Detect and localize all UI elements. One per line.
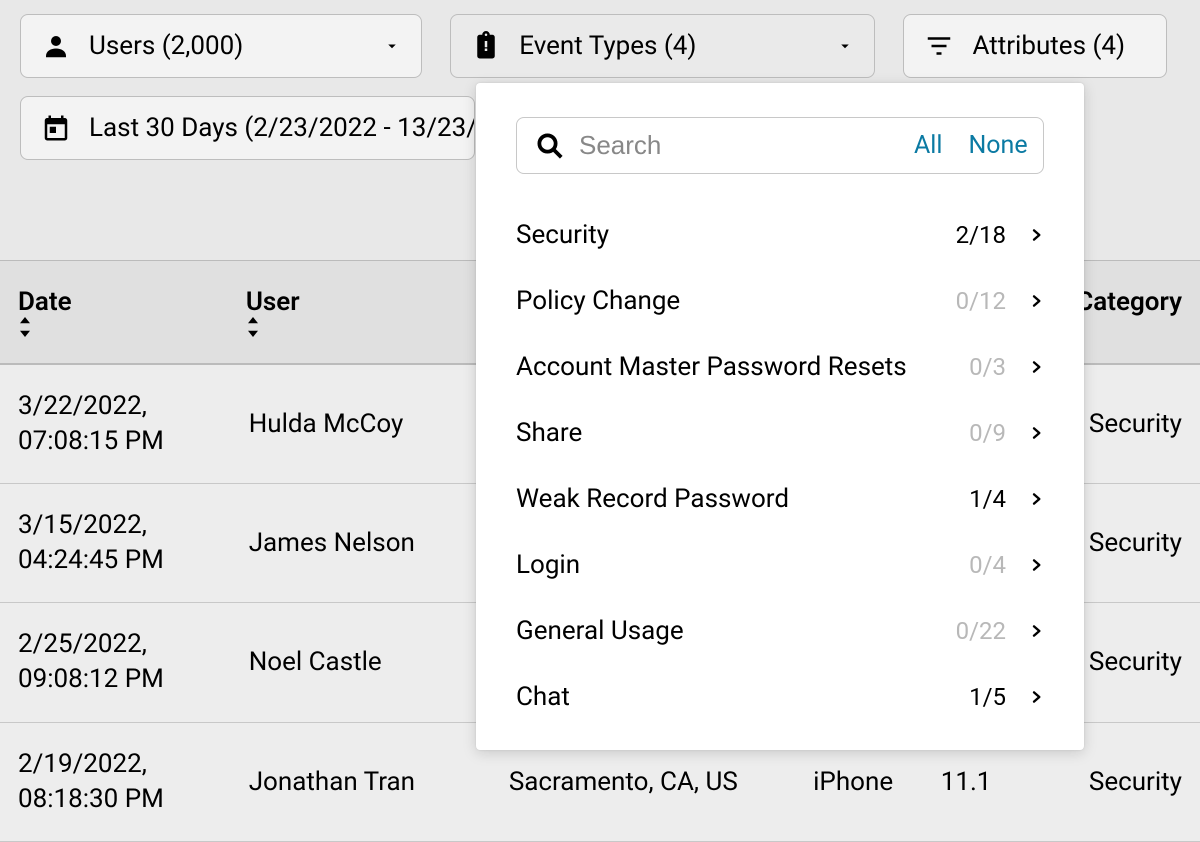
category-label: Security — [516, 220, 609, 250]
category-count: 0/12 — [956, 287, 1006, 315]
category-label: Login — [516, 550, 580, 580]
cell-version: 11.1 — [941, 767, 1039, 797]
filter-event-types-label: Event Types (4) — [519, 31, 696, 61]
event-type-category[interactable]: Share 0/9 — [516, 400, 1044, 466]
category-count: 0/22 — [956, 617, 1006, 645]
dropdown-select-all[interactable]: All — [914, 131, 942, 160]
category-count: 0/4 — [969, 551, 1006, 579]
event-type-category[interactable]: Chat 1/5 — [516, 664, 1044, 730]
search-icon — [535, 131, 565, 161]
cell-date: 2/19/2022,08:18:30 PM — [18, 747, 249, 817]
chevron-right-icon — [1028, 290, 1044, 312]
chevron-right-icon — [1028, 224, 1044, 246]
event-types-dropdown: All None Security 2/18 Policy Change 0/1… — [476, 83, 1084, 750]
category-count: 1/4 — [969, 485, 1006, 513]
dropdown-search-box: All None — [516, 117, 1044, 174]
chevron-right-icon — [1028, 488, 1044, 510]
calendar-icon — [41, 113, 71, 143]
sort-icon — [246, 317, 503, 337]
category-label: General Usage — [516, 616, 684, 646]
chevron-down-icon — [383, 37, 401, 55]
cell-location: Sacramento, CA, US — [509, 767, 813, 797]
user-icon — [41, 31, 71, 61]
filter-date-range-label: Last 30 Days (2/23/2022 - 13/23/2022) — [89, 113, 475, 143]
category-count: 0/3 — [969, 353, 1006, 381]
cell-user: James Nelson — [249, 528, 509, 558]
event-type-category[interactable]: Policy Change 0/12 — [516, 268, 1044, 334]
category-label: Share — [516, 418, 582, 448]
filter-attributes[interactable]: Attributes (4) — [903, 14, 1167, 78]
chevron-right-icon — [1028, 620, 1044, 642]
cell-date: 2/25/2022,09:08:12 PM — [18, 627, 249, 697]
event-type-category[interactable]: Account Master Password Resets 0/3 — [516, 334, 1044, 400]
cell-user: Hulda McCoy — [249, 409, 509, 439]
col-header-date[interactable]: Date — [18, 287, 246, 337]
category-label: Account Master Password Resets — [516, 352, 907, 382]
cell-date: 3/22/2022,07:08:15 PM — [18, 389, 249, 459]
filter-users[interactable]: Users (2,000) — [20, 14, 422, 78]
filter-icon — [924, 31, 954, 61]
filter-date-range[interactable]: Last 30 Days (2/23/2022 - 13/23/2022) — [20, 96, 475, 160]
cell-date: 3/15/2022,04:24:45 PM — [18, 508, 249, 578]
category-count: 1/5 — [969, 683, 1006, 711]
cell-category: Security — [1039, 767, 1182, 797]
filter-event-types[interactable]: Event Types (4) — [450, 14, 875, 78]
category-count: 2/18 — [956, 221, 1006, 249]
dropdown-search-input[interactable] — [579, 130, 914, 161]
chevron-right-icon — [1028, 422, 1044, 444]
category-count: 0/9 — [969, 419, 1006, 447]
filter-attributes-label: Attributes (4) — [972, 31, 1125, 61]
category-label: Weak Record Password — [516, 484, 789, 514]
clipboard-alert-icon — [471, 29, 501, 63]
cell-user: Jonathan Tran — [249, 767, 509, 797]
cell-device: iPhone — [813, 767, 941, 797]
chevron-right-icon — [1028, 356, 1044, 378]
filter-users-label: Users (2,000) — [89, 31, 243, 61]
event-type-category[interactable]: Security 2/18 — [516, 202, 1044, 268]
event-type-category[interactable]: Login 0/4 — [516, 532, 1044, 598]
sort-icon — [18, 317, 246, 337]
chevron-right-icon — [1028, 554, 1044, 576]
chevron-down-icon — [836, 37, 854, 55]
event-type-category[interactable]: Weak Record Password 1/4 — [516, 466, 1044, 532]
event-type-category[interactable]: General Usage 0/22 — [516, 598, 1044, 664]
dropdown-select-none[interactable]: None — [968, 131, 1027, 160]
cell-user: Noel Castle — [249, 647, 509, 677]
category-label: Chat — [516, 682, 570, 712]
chevron-right-icon — [1028, 686, 1044, 708]
col-header-user[interactable]: User — [246, 287, 503, 337]
category-label: Policy Change — [516, 286, 680, 316]
